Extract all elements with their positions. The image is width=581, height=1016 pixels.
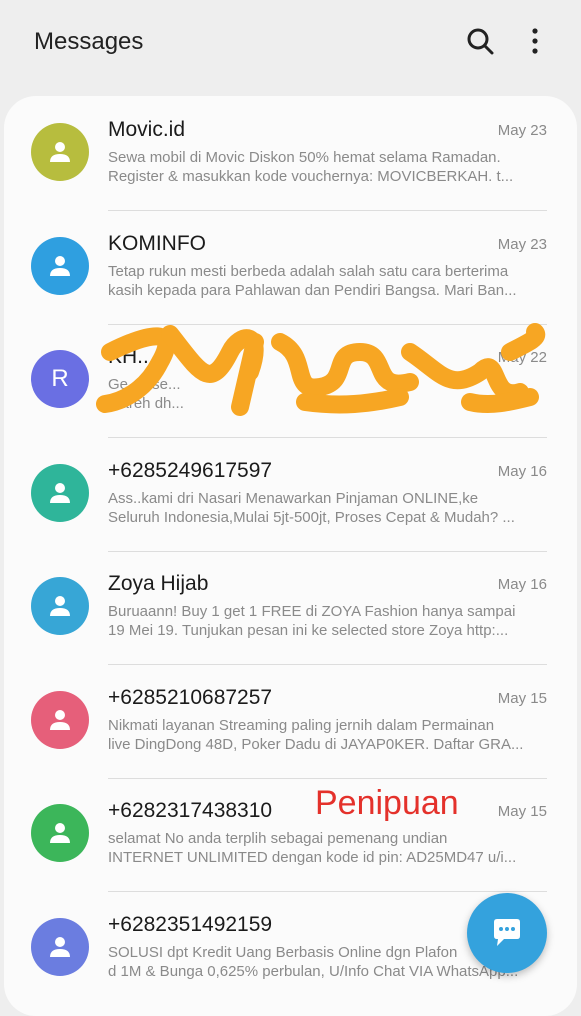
avatar[interactable] [31,463,89,522]
conversation-row[interactable]: KOMINFO May 23 Tetap rukun mesti berbeda a… [4,212,577,325]
avatar[interactable] [31,577,89,635]
avatar[interactable] [31,236,89,295]
person-icon [50,823,70,843]
preview-line: Ass..kami dri Nasari Menawarkan Pinjaman… [108,489,479,507]
person-icon [50,596,70,616]
message-preview: Ass..kami dri Nasari Menawarkan Pinjaman… [108,489,538,527]
preview-line: Register & masukkan kode vouchernya: MOV… [108,168,514,185]
message-date: May 15 [497,803,547,820]
contact-name: Movic.id [108,118,186,141]
avatar[interactable]: R [31,350,89,408]
avatar-letter: R [51,365,69,392]
message-preview: Tetap rukun mesti berbeda adalah salah s… [108,262,538,300]
preview-line: Seluruh Indonesia,Mulai 5jt-500jt, Prose… [108,508,515,526]
person-icon [50,482,70,503]
message-date: May 23 [497,235,547,253]
avatar[interactable] [31,804,89,862]
redaction-scribble [96,323,546,416]
conversation-row[interactable]: +6282317438310 May 15 selamat No anda terp… [4,779,577,892]
conversation-row[interactable]: Zoya Hijab May 16 Buruaann! Buy 1 get 1 FR… [4,552,577,665]
compose-message-icon [494,919,520,946]
avatar[interactable] [31,690,89,749]
app-header: Messages [0,0,581,96]
compose-button[interactable] [467,893,547,973]
contact-name: Zoya Hijab [108,572,209,595]
message-date: May 16 [497,462,547,480]
preview-line: 19 Mei 19. Tunjukan pesan ini ke selecte… [108,622,509,639]
message-date: May 15 [497,689,547,707]
contact-name: +6285210687257 [108,685,273,709]
more-vert-icon[interactable] [522,26,548,56]
preview-line: kasih kepada para Pahlawan dan Pendiri B… [108,281,517,299]
person-icon [50,936,70,957]
contact-name: KOMINFO [108,231,206,255]
conversation-row[interactable]: +6285210687257 May 15 Nikmati layanan Stre… [4,666,577,779]
person-icon [50,709,70,730]
conversation-row[interactable]: +6285249617597 May 16 Ass..kami dri Nasari… [4,439,577,552]
page-title: Messages [34,28,144,55]
person-icon [50,255,70,276]
preview-line: live DingDong 48D, Poker Dadu di JAYAP0K… [108,735,524,753]
message-preview: selamat No anda terplih sebagai pemenang… [108,829,538,867]
preview-line: Tetap rukun mesti berbeda adalah salah s… [108,262,509,280]
preview-line: INTERNET UNLIMITED dengan kode id pin: A… [108,849,517,866]
contact-name: +6285249617597 [108,458,273,482]
message-preview: Sewa mobil di Movic Diskon 50% hemat sel… [108,148,538,186]
message-preview: Buruaann! Buy 1 get 1 FREE di ZOYA Fashi… [108,602,538,640]
contact-name: +6282351492159 [108,912,273,936]
preview-line: Nikmati layanan Streaming paling jernih … [108,716,495,734]
person-icon [50,142,70,162]
preview-line: d 1M & Bunga 0,625% perbulan, U/Info Cha… [108,962,519,980]
avatar[interactable] [31,123,89,181]
message-date: May 23 [497,122,547,139]
avatar[interactable] [31,917,89,976]
preview-line: selamat No anda terplih sebagai pemenang… [108,830,448,847]
conversation-row[interactable]: Movic.id May 23 Sewa mobil di Movic Diskon… [4,98,577,211]
search-icon[interactable] [466,27,494,55]
message-date: May 16 [497,576,547,593]
message-preview: Nikmati layanan Streaming paling jernih … [108,716,538,754]
annotation-label: Penipuan [315,784,459,822]
preview-line: Buruaann! Buy 1 get 1 FREE di ZOYA Fashi… [108,603,516,620]
preview-line: Sewa mobil di Movic Diskon 50% hemat sel… [108,149,501,166]
